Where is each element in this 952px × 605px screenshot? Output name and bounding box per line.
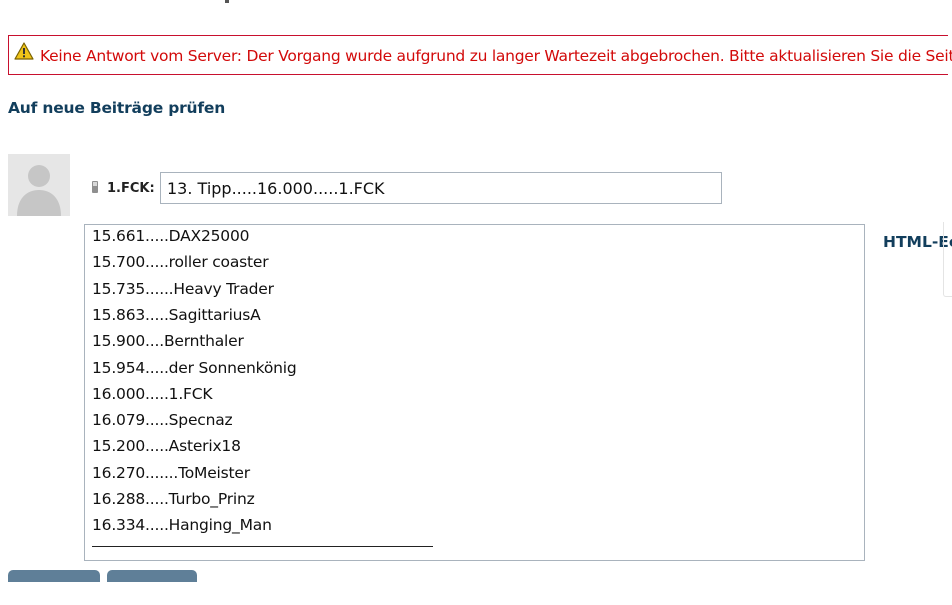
- check-new-posts-link[interactable]: Auf neue Beiträge prüfen: [8, 99, 225, 117]
- submit-button[interactable]: [8, 570, 100, 582]
- username-label: 1.FCK:: [107, 181, 155, 196]
- side-panel-edge: [943, 222, 952, 297]
- message-line: 15.735......Heavy Trader: [92, 279, 274, 298]
- message-line: 15.954.....der Sonnenkönig: [92, 358, 297, 377]
- message-separator-line: [92, 546, 433, 547]
- message-line: 15.900....Bernthaler: [92, 332, 244, 351]
- message-line: 16.334.....Hanging_Man: [92, 516, 272, 535]
- message-line: 15.863.....SagittariusA: [92, 305, 261, 324]
- message-line: 15.661.....DAX25000: [92, 227, 250, 245]
- message-line: 15.200.....Asterix18: [92, 437, 241, 456]
- error-alert: Keine Antwort vom Server: Der Vorgang wu…: [8, 35, 952, 75]
- avatar: [8, 154, 70, 216]
- message-line: 16.079.....Specnaz: [92, 411, 233, 430]
- message-line: 16.270.......ToMeister: [92, 463, 250, 482]
- online-status-icon: [92, 181, 98, 193]
- preview-button[interactable]: [107, 570, 197, 582]
- post-title-input[interactable]: [160, 172, 722, 204]
- warning-icon: [14, 42, 34, 60]
- message-line: 16.288.....Turbo_Prinz: [92, 490, 255, 508]
- message-line: 16.000.....1.FCK: [92, 384, 213, 403]
- cut-off-header-text: [225, 0, 229, 3]
- error-message: Keine Antwort vom Server: Der Vorgang wu…: [40, 47, 952, 65]
- message-line: 15.700.....roller coaster: [92, 253, 269, 272]
- default-user-icon: [8, 154, 70, 216]
- html-editor-link[interactable]: HTML-Ec: [883, 233, 952, 251]
- message-textarea[interactable]: 15.661.....DAX25000 15.700.....roller coa…: [84, 224, 865, 561]
